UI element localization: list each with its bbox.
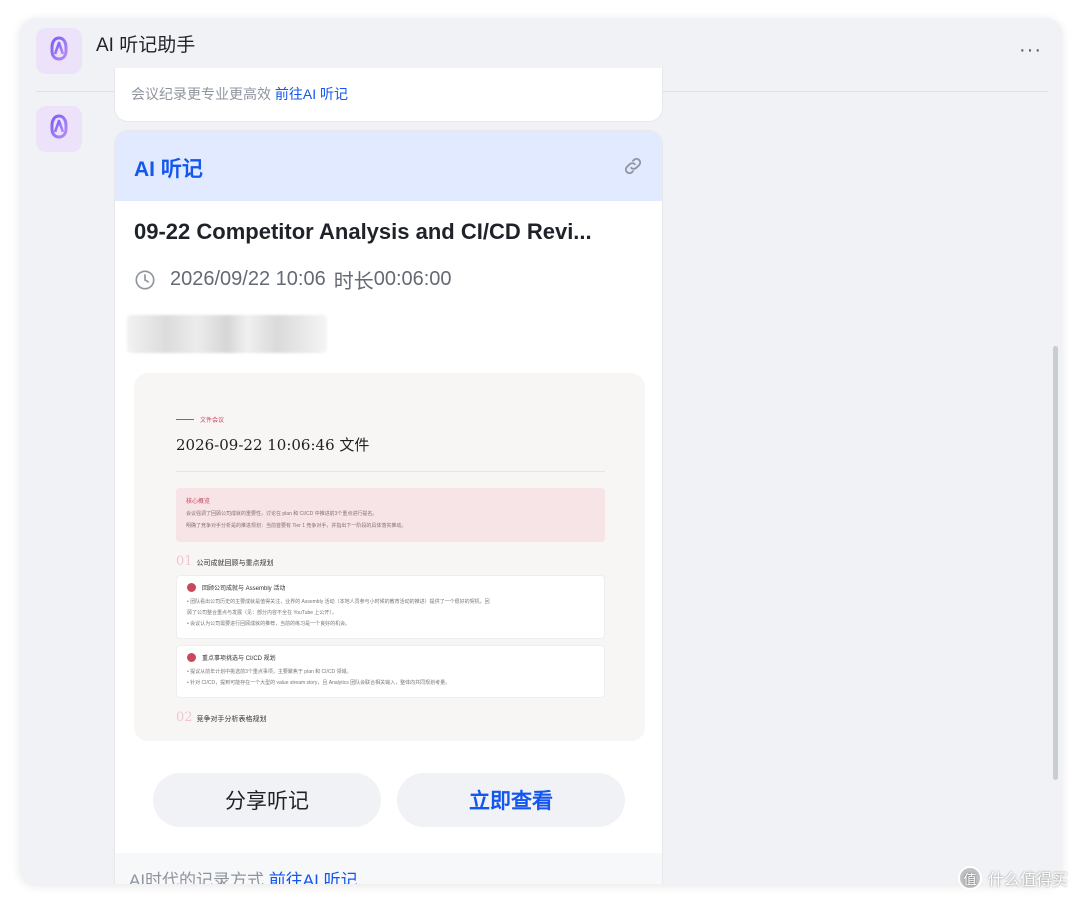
topic-dot-icon xyxy=(187,653,196,662)
previous-card-text: 会议纪录更专业更高效 前往AI 听记 xyxy=(131,86,349,102)
clock-icon xyxy=(135,269,155,290)
meeting-date: 2026/09/22 10:06 xyxy=(170,268,326,290)
doc-topic-box: 重点事项挑选与 CI/CD 规划 • 提议从前年计划中挑选前3个重点事项，主要聚… xyxy=(176,645,605,698)
footer-link[interactable]: 前往AI 听记 xyxy=(269,871,358,884)
watermark-text: 什么值得买 xyxy=(987,872,1068,889)
meeting-notes-card: AI 听记 09-22 Competitor Analysis and CI/C… xyxy=(114,130,663,884)
doc-summary: 核心概览 会议强调了回顾公司成就的重要性，讨论在 plan 和 CI/CD 中推… xyxy=(176,488,605,542)
link-icon[interactable] xyxy=(622,155,644,177)
doc-kicker: 文件会议 xyxy=(176,415,605,424)
ai-mic-logo-icon xyxy=(50,36,68,65)
footer-text: AI时代的记录方式 xyxy=(129,871,265,884)
share-notes-button[interactable]: 分享听记 xyxy=(153,773,381,827)
bot-avatar[interactable] xyxy=(36,106,82,152)
card-label: AI 听记 xyxy=(134,158,203,181)
duration-label: 时长 xyxy=(333,271,374,293)
meeting-duration: 00:06:00 xyxy=(373,268,452,290)
watermark-logo-icon: 值 xyxy=(957,866,982,890)
app-avatar[interactable] xyxy=(36,28,82,74)
doc-section-heading: 02 竞争对手分析表格规划 xyxy=(176,710,267,725)
app-title: AI 听记助手 xyxy=(96,35,196,56)
doc-title: 2026-09-22 10:06:46 文件 xyxy=(176,436,370,454)
doc-topic-box: 回顾公司成就与 Assembly 活动 • 团队看出公司历史的主要成就是值得关注… xyxy=(176,575,605,639)
chat-window: AI 听记助手 ··· 会议纪录更专业更高效 前往AI 听记 AI 听记 09-… xyxy=(20,18,1062,884)
document-preview[interactable]: 文件会议 2026-09-22 10:06:46 文件 核心概览 会议强调了回顾… xyxy=(134,373,645,741)
meeting-title[interactable]: 09-22 Competitor Analysis and CI/CD Revi… xyxy=(134,219,654,245)
previous-card-link[interactable]: 前往AI 听记 xyxy=(275,86,348,102)
view-now-button[interactable]: 立即查看 xyxy=(397,773,625,827)
doc-divider xyxy=(176,471,605,472)
topic-dot-icon xyxy=(187,583,196,592)
ai-mic-logo-icon xyxy=(50,114,68,143)
meeting-meta: 2026/09/22 10:06 时长 00:06:00 xyxy=(134,265,452,294)
redacted-participants xyxy=(127,315,327,353)
watermark: 值 什么值得买 xyxy=(957,866,1068,890)
more-options-icon[interactable]: ··· xyxy=(1019,40,1042,60)
card-header: AI 听记 xyxy=(115,131,662,201)
previous-message-card: 会议纪录更专业更高效 前往AI 听记 xyxy=(114,68,663,122)
scrollbar[interactable] xyxy=(1053,346,1058,780)
doc-section-heading: 01 公司成就回顾与重点规划 xyxy=(176,554,274,569)
card-footer: AI时代的记录方式 前往AI 听记 xyxy=(115,853,662,884)
